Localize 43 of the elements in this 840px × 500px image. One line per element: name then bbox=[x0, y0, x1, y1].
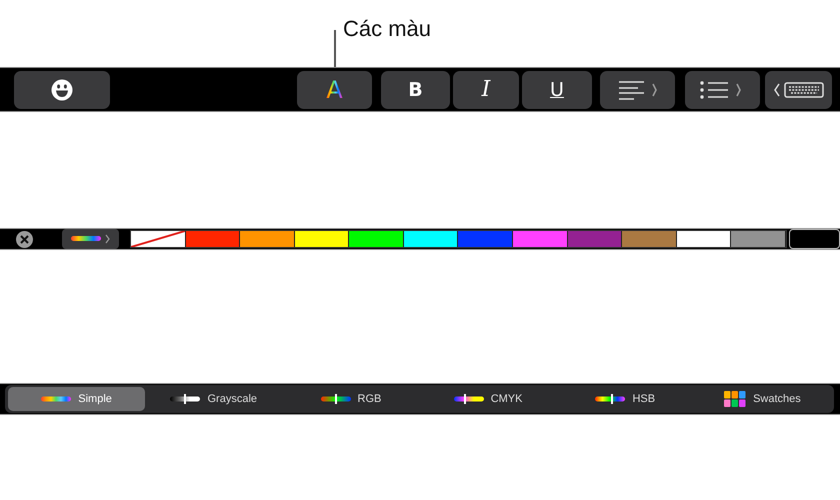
color-swatch[interactable] bbox=[676, 231, 732, 247]
cmyk-slider-icon bbox=[454, 394, 484, 404]
close-button[interactable] bbox=[16, 230, 33, 248]
rgb-slider-icon bbox=[320, 394, 350, 404]
color-swatch[interactable] bbox=[731, 231, 786, 247]
hsb-slider-icon bbox=[595, 394, 626, 404]
picker-tab[interactable]: CMYK bbox=[420, 387, 557, 411]
list-button[interactable] bbox=[685, 70, 760, 108]
close-icon bbox=[20, 234, 29, 244]
picker-tab[interactable]: Simple bbox=[8, 387, 146, 411]
color-swatch[interactable] bbox=[789, 229, 840, 249]
picker-tab[interactable]: RGB bbox=[282, 387, 420, 411]
grayscale-slider-icon bbox=[170, 394, 200, 404]
no-color-swatch[interactable] bbox=[130, 231, 186, 247]
emoji-button[interactable] bbox=[14, 70, 110, 108]
spectrum-slider-icon bbox=[41, 394, 72, 404]
color-swatch[interactable] bbox=[349, 231, 404, 247]
chevron-icon bbox=[104, 234, 110, 244]
color-swatch[interactable] bbox=[294, 231, 350, 247]
picker-tab[interactable]: Grayscale bbox=[145, 387, 282, 411]
italic-button[interactable]: I bbox=[453, 70, 519, 108]
emoji-icon bbox=[51, 78, 73, 100]
color-swatch[interactable] bbox=[404, 231, 458, 247]
color-swatch[interactable] bbox=[240, 231, 295, 247]
swatches-icon bbox=[724, 391, 746, 407]
text-color-button[interactable]: A bbox=[297, 70, 372, 108]
align-button[interactable] bbox=[600, 70, 675, 108]
callout-label: Các màu bbox=[343, 16, 432, 42]
color-swatch[interactable] bbox=[186, 231, 240, 247]
spectrum-icon bbox=[70, 235, 101, 243]
keyboard-button[interactable] bbox=[765, 70, 832, 108]
color-swatch[interactable] bbox=[458, 231, 514, 247]
keyboard-icon bbox=[772, 80, 826, 98]
bold-button[interactable]: B bbox=[381, 70, 450, 108]
color-mode-button[interactable] bbox=[62, 229, 119, 249]
align-left-icon bbox=[618, 80, 658, 100]
picker-tab[interactable]: HSB bbox=[556, 387, 694, 411]
picker-tab[interactable]: Swatches bbox=[694, 387, 832, 411]
color-swatch[interactable] bbox=[568, 231, 622, 247]
color-swatch[interactable] bbox=[622, 231, 677, 247]
underline-button[interactable]: U bbox=[522, 70, 592, 108]
color-swatch[interactable] bbox=[513, 231, 568, 247]
leader-line bbox=[334, 30, 336, 67]
